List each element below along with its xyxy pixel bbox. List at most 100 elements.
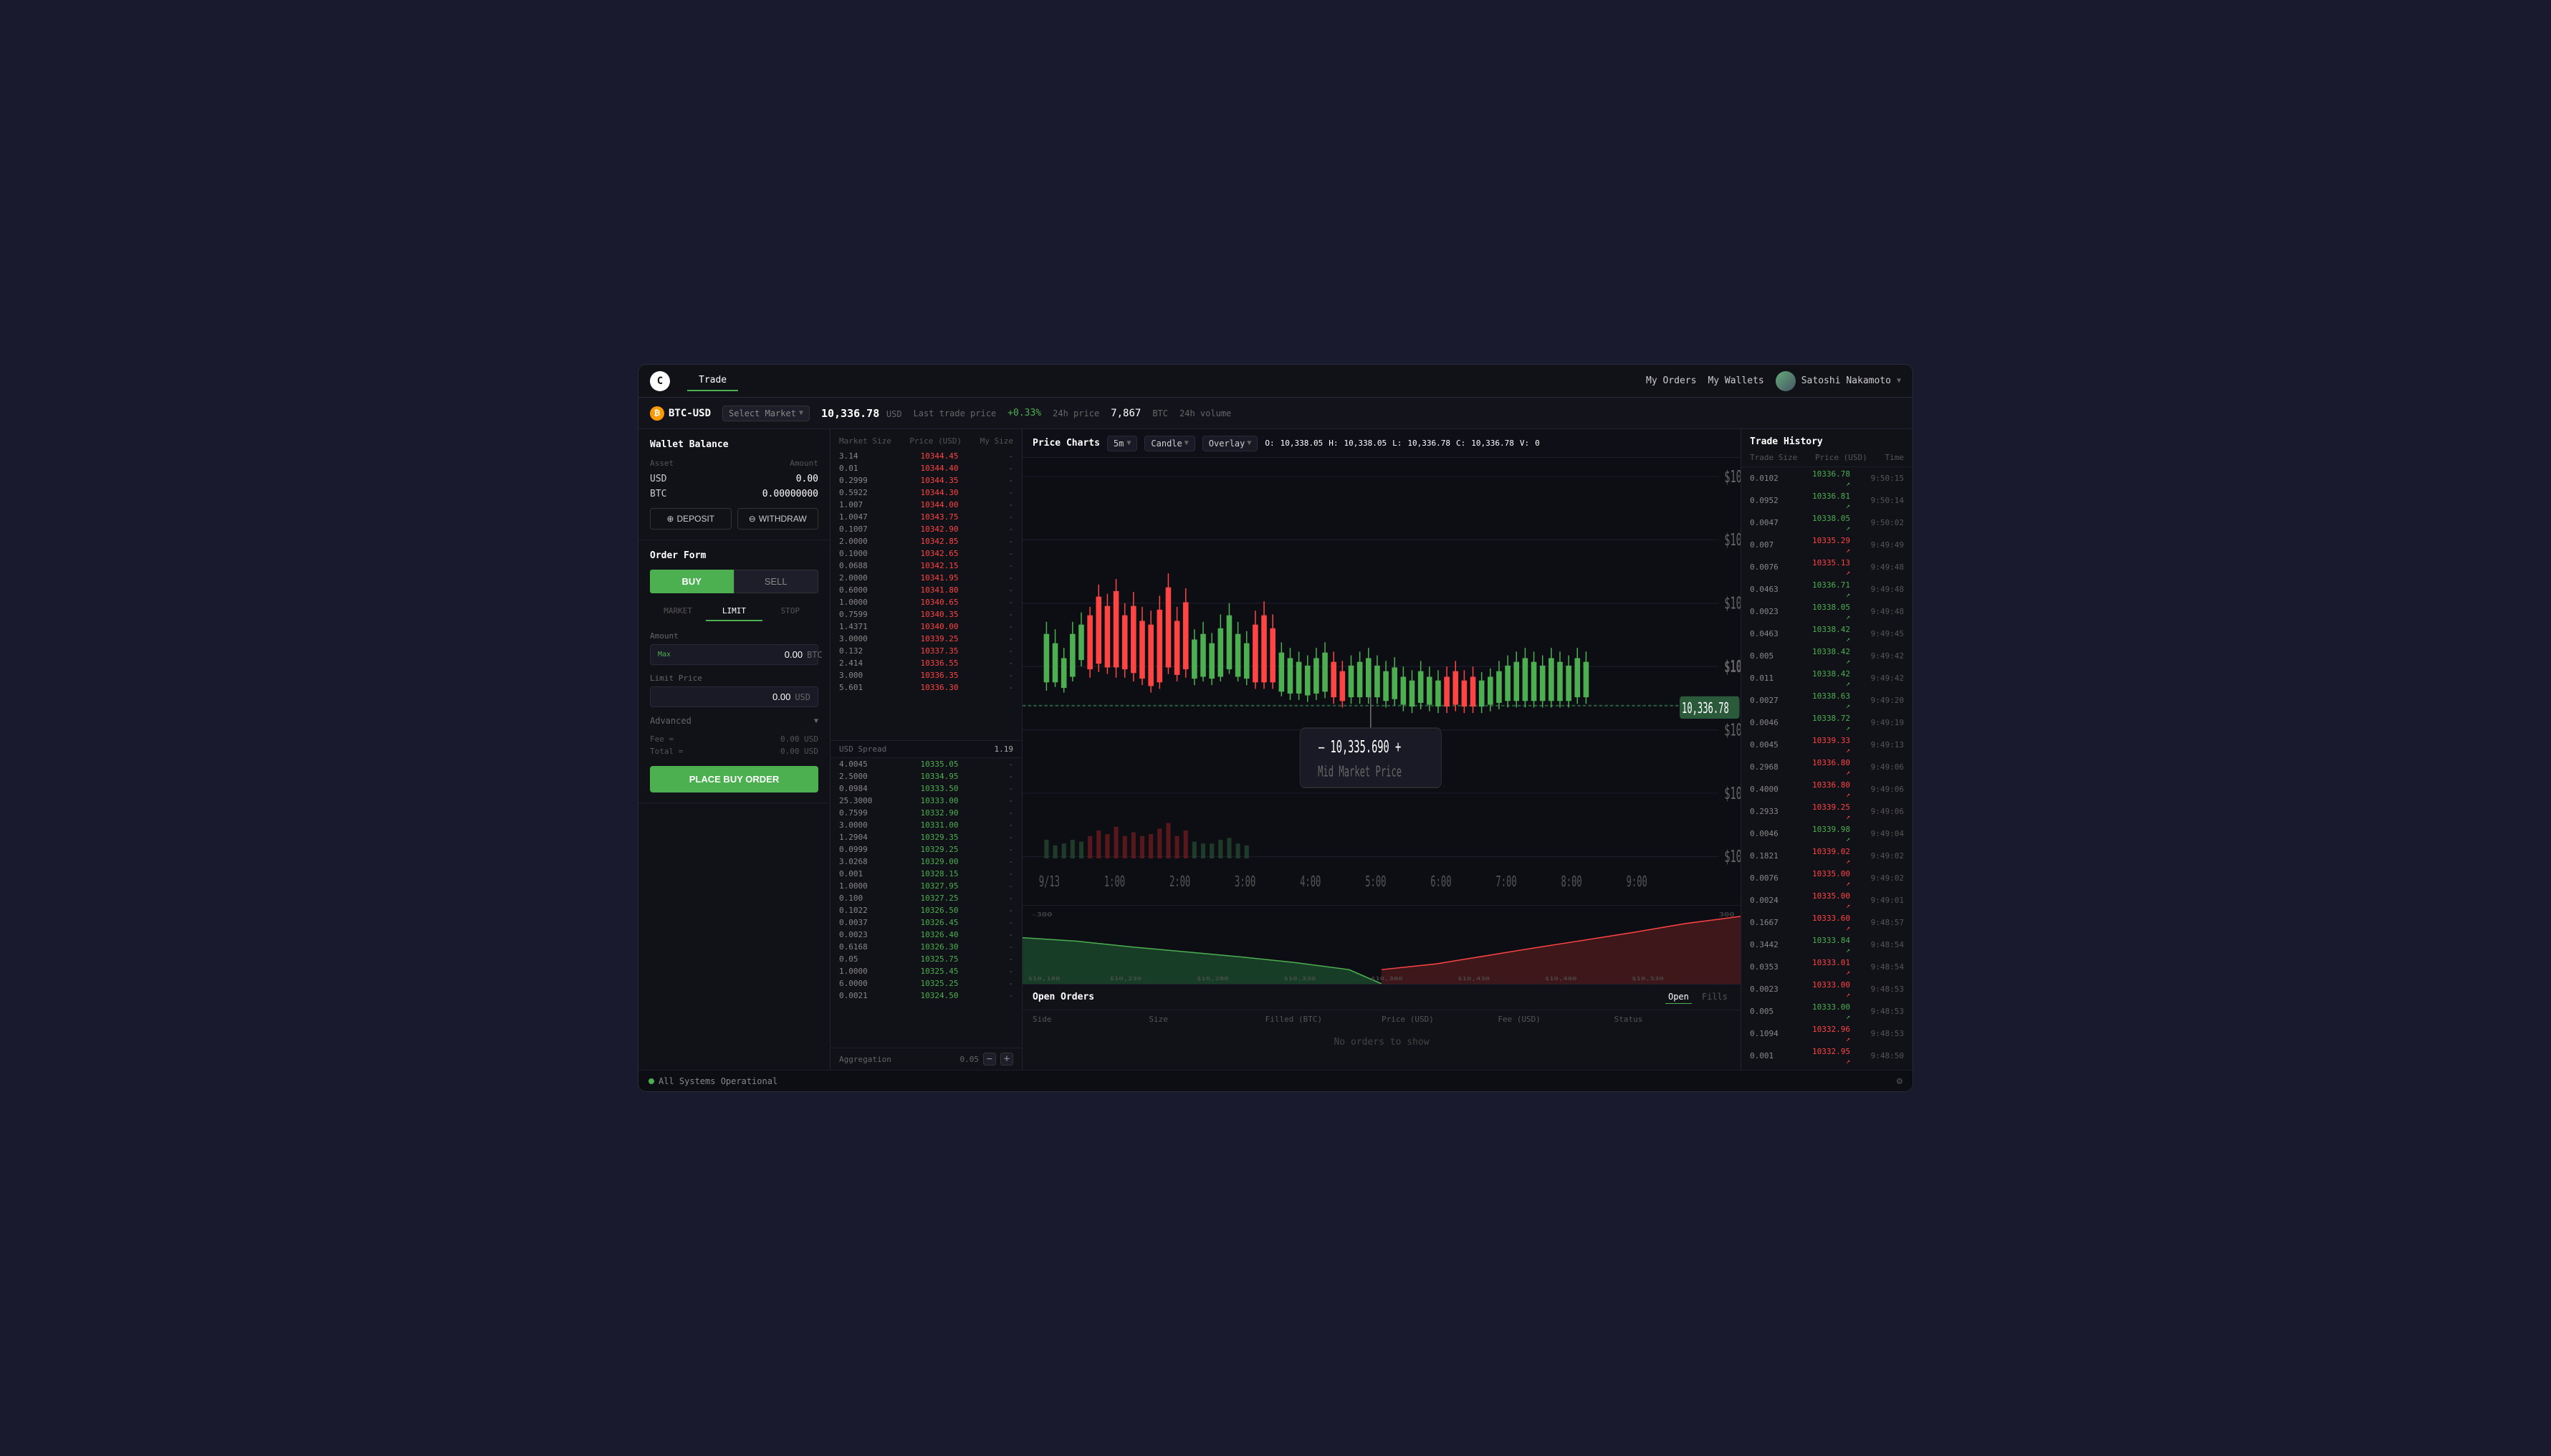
bid-row[interactable]: 2.500010334.95- [831, 770, 1022, 782]
trade-history-row: 0.01110338.42 ↗9:49:42 [1741, 667, 1913, 689]
ask-row[interactable]: 0.0110344.40- [831, 462, 1022, 474]
ask-row[interactable]: 5.60110336.30- [831, 681, 1022, 694]
svg-text:— 10,335.690 +: — 10,335.690 + [1318, 737, 1401, 757]
bid-row[interactable]: 0.616810326.30- [831, 941, 1022, 953]
chevron-down-icon: ▼ [1247, 439, 1251, 447]
bid-row[interactable]: 0.003710326.45- [831, 916, 1022, 929]
ask-row[interactable]: 0.100010342.65- [831, 547, 1022, 560]
svg-text:6:00: 6:00 [1430, 873, 1451, 891]
bid-row[interactable]: 25.300010333.00- [831, 795, 1022, 807]
open-orders-title: Open Orders [1033, 992, 1094, 1002]
select-market-btn[interactable]: Select Market ▼ [722, 406, 810, 421]
bid-row[interactable]: 0.099910329.25- [831, 843, 1022, 856]
my-orders-link[interactable]: My Orders [1646, 375, 1696, 386]
bid-row[interactable]: 0.0510325.75- [831, 953, 1022, 965]
time-interval-selector[interactable]: 5m ▼ [1107, 436, 1137, 451]
ask-row[interactable]: 3.1410344.45- [831, 450, 1022, 462]
order-type-tabs: MARKET LIMIT STOP [650, 602, 818, 621]
advanced-toggle[interactable]: Advanced ▼ [650, 716, 818, 726]
bid-row[interactable]: 1.290410329.35- [831, 831, 1022, 843]
chevron-down-icon: ▼ [1897, 377, 1901, 385]
aggregation-value: 0.05 [960, 1055, 980, 1064]
trade-history-row: 0.400010336.80 ↗9:49:06 [1741, 778, 1913, 800]
bid-row[interactable]: 0.759910332.90- [831, 807, 1022, 819]
chart-title: Price Charts [1033, 438, 1100, 449]
svg-text:7:00: 7:00 [1495, 873, 1516, 891]
trade-history-row: 0.002310338.05 ↗9:49:48 [1741, 600, 1913, 623]
deposit-button[interactable]: ⊕ DEPOSIT [650, 508, 732, 530]
status-left: All Systems Operational [648, 1076, 777, 1086]
max-button[interactable]: Max [658, 651, 671, 658]
ask-row[interactable]: 1.004710343.75- [831, 511, 1022, 523]
bid-row[interactable]: 4.004510335.05- [831, 758, 1022, 770]
svg-text:$10,400: $10,400 [1724, 530, 1741, 550]
ask-row[interactable]: 3.00010336.35- [831, 669, 1022, 681]
bid-row[interactable]: 3.026810329.00- [831, 856, 1022, 868]
withdraw-button[interactable]: ⊖ WITHDRAW [737, 508, 819, 530]
trade-history-row: 0.004510339.33 ↗9:49:13 [1741, 734, 1913, 756]
bid-row[interactable]: 0.002110324.50- [831, 990, 1022, 1002]
sell-tab[interactable]: SELL [734, 570, 819, 593]
ask-row[interactable]: 0.592210344.30- [831, 487, 1022, 499]
trade-history-row: 0.004610339.98 ↗9:49:04 [1741, 823, 1913, 845]
amount-input[interactable] [676, 649, 803, 660]
trade-history-row: 0.002410335.00 ↗9:49:01 [1741, 889, 1913, 911]
ask-row[interactable]: 1.00710344.00- [831, 499, 1022, 511]
ask-row[interactable]: 0.600010341.80- [831, 584, 1022, 596]
trade-history-row: 0.010210336.78 ↗9:50:15 [1741, 467, 1913, 489]
ask-row[interactable]: 0.100710342.90- [831, 523, 1022, 535]
ask-row[interactable]: 2.000010342.85- [831, 535, 1022, 547]
ask-row[interactable]: 0.13210337.35- [831, 645, 1022, 657]
trade-history-row: 0.046310336.71 ↗9:49:48 [1741, 578, 1913, 600]
trade-history-row: 0.002310333.00 ↗9:48:53 [1741, 978, 1913, 1000]
place-buy-order-button[interactable]: PLACE BUY ORDER [650, 766, 818, 792]
settings-icon[interactable]: ⚙ [1897, 1076, 1903, 1087]
nav-tab-trade[interactable]: Trade [687, 370, 738, 391]
ask-row[interactable]: 1.000010340.65- [831, 596, 1022, 608]
svg-text:300: 300 [1719, 911, 1735, 918]
buy-tab[interactable]: BUY [650, 570, 734, 593]
bid-row[interactable]: 3.000010331.00- [831, 819, 1022, 831]
fills-tab[interactable]: Fills [1699, 990, 1731, 1004]
last-trade-label: Last trade price [914, 408, 997, 418]
limit-price-input[interactable] [658, 691, 790, 702]
bid-row[interactable]: 0.098410333.50- [831, 782, 1022, 795]
limit-price-group: Limit Price USD [650, 674, 818, 707]
ask-row[interactable]: 0.299910344.35- [831, 474, 1022, 487]
ask-row[interactable]: 0.068810342.15- [831, 560, 1022, 572]
change-label: 24h price [1053, 408, 1099, 418]
svg-text:4:00: 4:00 [1300, 873, 1321, 891]
bid-row[interactable]: 1.000010325.45- [831, 965, 1022, 977]
bid-row[interactable]: 6.000010325.25- [831, 977, 1022, 990]
ask-row[interactable]: 2.41410336.55- [831, 657, 1022, 669]
open-orders-header: Open Orders Open Fills [1023, 985, 1741, 1010]
agg-decrease-button[interactable]: − [983, 1053, 996, 1065]
bid-row[interactable]: 0.002310326.40- [831, 929, 1022, 941]
trade-history-row: 0.00110332.95 ↗9:48:50 [1741, 1045, 1913, 1067]
ask-row[interactable]: 1.437110340.00- [831, 621, 1022, 633]
svg-text:-300: -300 [1031, 911, 1052, 918]
ask-row[interactable]: 2.000010341.95- [831, 572, 1022, 584]
btc-icon: ₿ [650, 406, 664, 421]
svg-text:9:00: 9:00 [1627, 873, 1647, 891]
ask-row[interactable]: 3.000010339.25- [831, 633, 1022, 645]
user-area[interactable]: Satoshi Nakamoto ▼ [1776, 371, 1901, 391]
app-logo[interactable]: C [650, 371, 670, 391]
agg-increase-button[interactable]: + [1000, 1053, 1013, 1065]
my-wallets-link[interactable]: My Wallets [1708, 375, 1763, 386]
open-tab[interactable]: Open [1665, 990, 1692, 1004]
svg-text:$10,325: $10,325 [1724, 719, 1741, 739]
limit-tab[interactable]: LIMIT [706, 602, 762, 621]
bid-row[interactable]: 0.102210326.50- [831, 904, 1022, 916]
svg-text:$10,480: $10,480 [1545, 977, 1577, 982]
chart-type-selector[interactable]: Candle ▼ [1144, 436, 1195, 451]
stop-tab[interactable]: STOP [762, 602, 818, 621]
bid-row[interactable]: 0.10010327.25- [831, 892, 1022, 904]
svg-text:$10,530: $10,530 [1632, 977, 1664, 982]
ask-row[interactable]: 0.759910340.35- [831, 608, 1022, 621]
trade-history-row: 0.00510333.00 ↗9:48:53 [1741, 1000, 1913, 1022]
bid-row[interactable]: 0.00110328.15- [831, 868, 1022, 880]
overlay-selector[interactable]: Overlay ▼ [1202, 436, 1258, 451]
market-tab[interactable]: MARKET [650, 602, 706, 621]
bid-row[interactable]: 1.000010327.95- [831, 880, 1022, 892]
